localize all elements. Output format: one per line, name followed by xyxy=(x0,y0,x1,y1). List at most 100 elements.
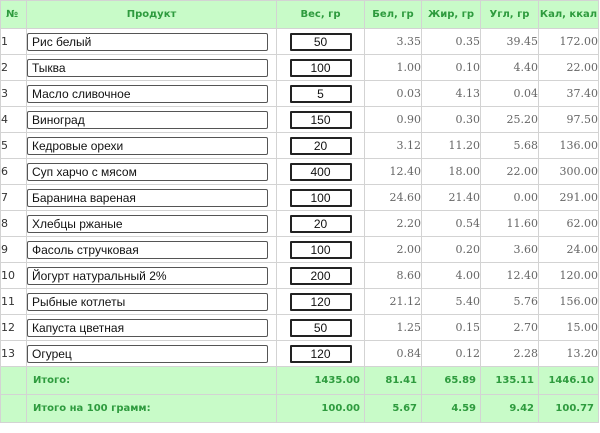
product-name-input[interactable] xyxy=(27,292,268,311)
row-number: 12 xyxy=(0,314,27,341)
product-name-input[interactable] xyxy=(27,188,268,207)
weight-cell xyxy=(276,340,365,367)
product-name-input[interactable] xyxy=(27,58,268,77)
protein-value: 1.00 xyxy=(364,54,422,81)
protein-value: 24.60 xyxy=(364,184,422,211)
row-number: 5 xyxy=(0,132,27,159)
table-row: 1 3.350.3539.45172.00 xyxy=(0,28,599,55)
table-row: 9 2.000.203.6024.00 xyxy=(0,236,599,263)
kcal-value: 156.00 xyxy=(538,288,599,315)
totals-label: Итого: xyxy=(26,366,277,395)
protein-value: 0.90 xyxy=(364,106,422,133)
fat-value: 4.13 xyxy=(421,80,481,107)
fat-value: 5.40 xyxy=(421,288,481,315)
header-carbs: Угл, гр xyxy=(480,0,539,29)
kcal-value: 62.00 xyxy=(538,210,599,237)
product-name-input[interactable] xyxy=(27,240,268,259)
weight-input[interactable] xyxy=(289,162,352,181)
product-cell xyxy=(26,80,277,107)
fat-value: 18.00 xyxy=(421,158,481,185)
kcal-value: 15.00 xyxy=(538,314,599,341)
weight-input[interactable] xyxy=(289,84,352,103)
row-number: 11 xyxy=(0,288,27,315)
product-name-input[interactable] xyxy=(27,136,268,155)
totals-fat: 65.89 xyxy=(421,366,481,395)
weight-input[interactable] xyxy=(289,318,352,337)
weight-input[interactable] xyxy=(289,58,352,77)
kcal-value: 13.20 xyxy=(538,340,599,367)
fat-value: 0.54 xyxy=(421,210,481,237)
totals-weight: 1435.00 xyxy=(276,366,365,395)
product-name-input[interactable] xyxy=(27,266,268,285)
table-row: 5 3.1211.205.68136.00 xyxy=(0,132,599,159)
kcal-value: 97.50 xyxy=(538,106,599,133)
per100-protein: 5.67 xyxy=(364,394,422,423)
product-name-input[interactable] xyxy=(27,344,268,363)
product-cell xyxy=(26,262,277,289)
table-row: 11 21.125.405.76156.00 xyxy=(0,288,599,315)
product-name-input[interactable] xyxy=(27,214,268,233)
per100-row: Итого на 100 грамм: 100.00 5.67 4.59 9.4… xyxy=(0,394,599,423)
weight-input[interactable] xyxy=(289,292,352,311)
weight-cell xyxy=(276,106,365,133)
product-name-input[interactable] xyxy=(27,32,268,51)
row-number: 1 xyxy=(0,28,27,55)
weight-input[interactable] xyxy=(289,188,352,207)
carbs-value: 0.00 xyxy=(480,184,539,211)
kcal-value: 291.00 xyxy=(538,184,599,211)
protein-value: 0.84 xyxy=(364,340,422,367)
weight-cell xyxy=(276,28,365,55)
product-cell xyxy=(26,106,277,133)
table-row: 8 2.200.5411.6062.00 xyxy=(0,210,599,237)
header-protein: Бел, гр xyxy=(364,0,422,29)
table-row: 3 0.034.130.0437.40 xyxy=(0,80,599,107)
table-row: 12 1.250.152.7015.00 xyxy=(0,314,599,341)
product-name-input[interactable] xyxy=(27,84,268,103)
per100-number-cell xyxy=(0,394,27,423)
product-name-input[interactable] xyxy=(27,162,268,181)
product-cell xyxy=(26,28,277,55)
weight-input[interactable] xyxy=(289,110,352,129)
row-number: 6 xyxy=(0,158,27,185)
product-name-input[interactable] xyxy=(27,318,268,337)
weight-input[interactable] xyxy=(289,266,352,285)
fat-value: 0.10 xyxy=(421,54,481,81)
fat-value: 0.15 xyxy=(421,314,481,341)
weight-input[interactable] xyxy=(289,32,352,51)
weight-cell xyxy=(276,314,365,341)
table-header-row: № Продукт Вес, гр Бел, гр Жир, гр Угл, г… xyxy=(0,0,599,29)
kcal-value: 172.00 xyxy=(538,28,599,55)
row-number: 10 xyxy=(0,262,27,289)
table-row: 2 1.000.104.4022.00 xyxy=(0,54,599,81)
kcal-value: 300.00 xyxy=(538,158,599,185)
product-cell xyxy=(26,288,277,315)
weight-input[interactable] xyxy=(289,214,352,233)
fat-value: 21.40 xyxy=(421,184,481,211)
row-number: 8 xyxy=(0,210,27,237)
kcal-value: 24.00 xyxy=(538,236,599,263)
weight-cell xyxy=(276,132,365,159)
protein-value: 3.12 xyxy=(364,132,422,159)
weight-cell xyxy=(276,236,365,263)
protein-value: 8.60 xyxy=(364,262,422,289)
row-number: 2 xyxy=(0,54,27,81)
product-cell xyxy=(26,158,277,185)
weight-input[interactable] xyxy=(289,344,352,363)
product-cell xyxy=(26,132,277,159)
weight-cell xyxy=(276,288,365,315)
totals-carbs: 135.11 xyxy=(480,366,539,395)
weight-cell xyxy=(276,210,365,237)
fat-value: 0.12 xyxy=(421,340,481,367)
weight-input[interactable] xyxy=(289,136,352,155)
table-row: 4 0.900.3025.2097.50 xyxy=(0,106,599,133)
product-cell xyxy=(26,54,277,81)
weight-input[interactable] xyxy=(289,240,352,259)
row-number: 4 xyxy=(0,106,27,133)
row-number: 9 xyxy=(0,236,27,263)
product-cell xyxy=(26,314,277,341)
carbs-value: 11.60 xyxy=(480,210,539,237)
calorie-table: № Продукт Вес, гр Бел, гр Жир, гр Угл, г… xyxy=(0,0,599,423)
product-name-input[interactable] xyxy=(27,110,268,129)
product-cell xyxy=(26,184,277,211)
kcal-value: 136.00 xyxy=(538,132,599,159)
